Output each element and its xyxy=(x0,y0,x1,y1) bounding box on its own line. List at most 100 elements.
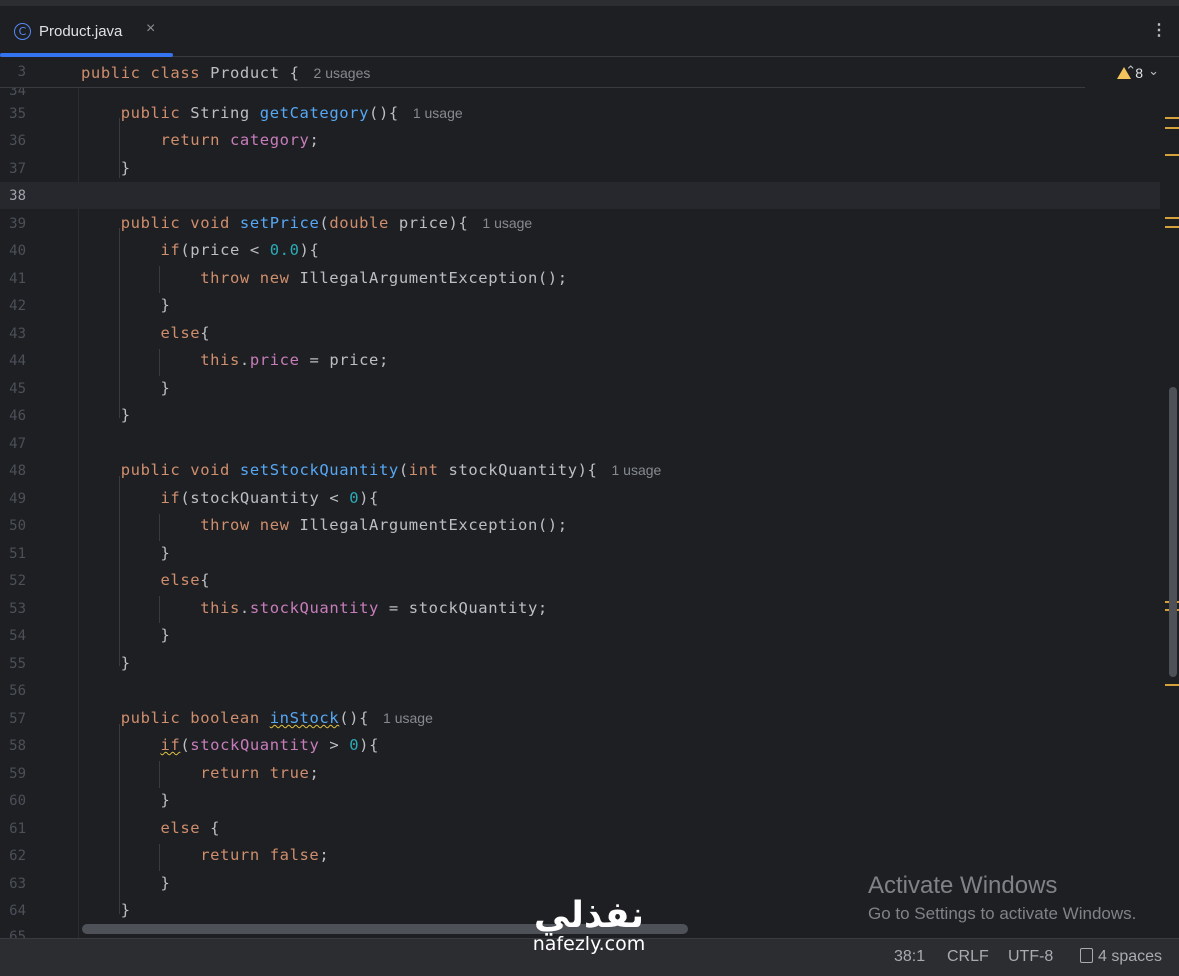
code-line[interactable]: 47 xyxy=(0,430,1160,457)
line-number: 35 xyxy=(9,106,26,122)
code-text: throw new IllegalArgumentException(); xyxy=(200,269,568,287)
code-line[interactable]: 51 } xyxy=(0,540,1160,567)
line-number: 50 xyxy=(9,518,26,534)
code-line[interactable]: 48 public void setStockQuantity(int stoc… xyxy=(0,457,1160,484)
line-number: 52 xyxy=(9,573,26,589)
activate-title: Activate Windows xyxy=(868,872,1058,899)
code-text: return true; xyxy=(200,764,320,782)
code-line[interactable]: 36 return category; xyxy=(0,127,1160,154)
line-number: 45 xyxy=(9,381,26,397)
code-line[interactable]: 39 public void setPrice(double price){1 … xyxy=(0,210,1160,237)
line-number: 46 xyxy=(9,408,26,424)
usage-hint[interactable]: 2 usages xyxy=(314,65,371,81)
line-number: 41 xyxy=(9,271,26,287)
code-line[interactable]: 55 } xyxy=(0,650,1160,677)
code-text: public void setStockQuantity(int stockQu… xyxy=(120,461,662,479)
activate-subtitle: Go to Settings to activate Windows. xyxy=(868,904,1137,923)
code-line[interactable]: 46 } xyxy=(0,402,1160,429)
usage-hint[interactable]: 1 usage xyxy=(383,710,433,726)
code-line[interactable]: 50 throw new IllegalArgumentException(); xyxy=(0,512,1160,539)
tab-title: Product.java xyxy=(39,23,123,40)
line-number: 47 xyxy=(9,436,26,452)
line-number: 40 xyxy=(9,243,26,259)
file-encoding[interactable]: UTF-8 xyxy=(1008,948,1053,966)
vertical-scrollbar[interactable] xyxy=(1169,387,1177,677)
class-icon: C xyxy=(14,23,31,40)
code-text: else{ xyxy=(160,324,211,342)
code-line[interactable]: 62 return false; xyxy=(0,842,1160,869)
line-number: 49 xyxy=(9,491,26,507)
code-line[interactable]: 52 else{ xyxy=(0,567,1160,594)
code-text: this.stockQuantity = stockQuantity; xyxy=(200,599,548,617)
code-text: public void setPrice(double price){1 usa… xyxy=(120,214,533,232)
warning-stripe-marker[interactable] xyxy=(1165,226,1179,228)
code-text: } xyxy=(120,159,131,177)
code-line[interactable]: 44 this.price = price; xyxy=(0,347,1160,374)
usage-hint[interactable]: 1 usage xyxy=(612,462,662,478)
warning-stripe-marker[interactable] xyxy=(1165,154,1179,156)
sticky-code: public class Product {2 usages xyxy=(81,64,371,82)
line-number: 53 xyxy=(9,601,26,617)
line-number: 43 xyxy=(9,326,26,342)
line-number: 37 xyxy=(9,161,26,177)
code-text: } xyxy=(160,544,171,562)
line-number: 39 xyxy=(9,216,26,232)
editor-tab-bar: C Product.java × ⋮ xyxy=(0,6,1179,57)
line-number: 38 xyxy=(9,188,26,204)
code-line[interactable]: 58 if(stockQuantity > 0){ xyxy=(0,732,1160,759)
code-line[interactable]: 40 if(price < 0.0){ xyxy=(0,237,1160,264)
code-line[interactable]: 54 } xyxy=(0,622,1160,649)
usage-hint[interactable]: 1 usage xyxy=(482,215,532,231)
code-line[interactable]: 43 else{ xyxy=(0,320,1160,347)
chevron-down-icon[interactable]: ⌄ xyxy=(1148,63,1171,78)
warning-stripe-marker[interactable] xyxy=(1165,217,1179,219)
chevron-up-icon[interactable]: ⌃ xyxy=(1125,63,1148,78)
inspection-nav[interactable]: ⌃⌄ xyxy=(1125,63,1171,79)
code-line[interactable]: 45 } xyxy=(0,375,1160,402)
code-line[interactable]: 56 xyxy=(0,677,1160,704)
line-number: 65 xyxy=(9,929,26,938)
warning-stripe-marker[interactable] xyxy=(1165,117,1179,119)
code-text: this.price = price; xyxy=(200,351,389,369)
code-text: } xyxy=(160,379,171,397)
indent-setting[interactable]: 4 spaces xyxy=(1080,948,1162,966)
code-text: public boolean inStock(){1 usage xyxy=(120,709,433,727)
more-options-icon[interactable]: ⋮ xyxy=(1151,20,1167,40)
lock-icon xyxy=(1080,948,1093,963)
line-number: 61 xyxy=(9,821,26,837)
usage-hint[interactable]: 1 usage xyxy=(413,105,463,121)
code-line[interactable]: 42 } xyxy=(0,292,1160,319)
tab-product-java[interactable]: C Product.java × xyxy=(0,6,173,57)
warning-stripe-marker[interactable] xyxy=(1165,684,1179,686)
current-line[interactable]: 38 xyxy=(0,182,1160,209)
line-number: 44 xyxy=(9,353,26,369)
code-text: if(stockQuantity < 0){ xyxy=(160,489,379,507)
code-line[interactable]: 60 } xyxy=(0,787,1160,814)
code-text: public String getCategory(){1 usage xyxy=(120,104,463,122)
code-line[interactable]: 37 } xyxy=(0,155,1160,182)
code-editor[interactable]: 3 public class Product {2 usages 8 ⌃⌄ 34… xyxy=(0,57,1179,938)
line-separator[interactable]: CRLF xyxy=(947,948,989,966)
code-line[interactable]: 35 public String getCategory(){1 usage xyxy=(0,100,1160,127)
code-line[interactable]: 59 return true; xyxy=(0,760,1160,787)
line-number: 36 xyxy=(9,133,26,149)
sticky-header[interactable]: 3 public class Product {2 usages xyxy=(0,57,1085,88)
code-line[interactable]: 61 else { xyxy=(0,815,1160,842)
code-text: } xyxy=(160,791,171,809)
code-line[interactable]: 53 this.stockQuantity = stockQuantity; xyxy=(0,595,1160,622)
code-text: throw new IllegalArgumentException(); xyxy=(200,516,568,534)
code-line[interactable]: 57 public boolean inStock(){1 usage xyxy=(0,705,1160,732)
line-number: 62 xyxy=(9,848,26,864)
code-line[interactable]: 41 throw new IllegalArgumentException(); xyxy=(0,265,1160,292)
code-text: if(stockQuantity > 0){ xyxy=(160,736,380,754)
code-text: } xyxy=(160,874,171,892)
code-text: else { xyxy=(160,819,221,837)
code-line[interactable]: 49 if(stockQuantity < 0){ xyxy=(0,485,1160,512)
watermark-latin: nafezly.com xyxy=(532,933,646,955)
caret-position[interactable]: 38:1 xyxy=(894,948,925,966)
line-number: 54 xyxy=(9,628,26,644)
close-icon[interactable]: × xyxy=(146,20,155,38)
line-number: 3 xyxy=(17,64,26,80)
code-text: } xyxy=(160,296,171,314)
warning-stripe-marker[interactable] xyxy=(1165,127,1179,129)
